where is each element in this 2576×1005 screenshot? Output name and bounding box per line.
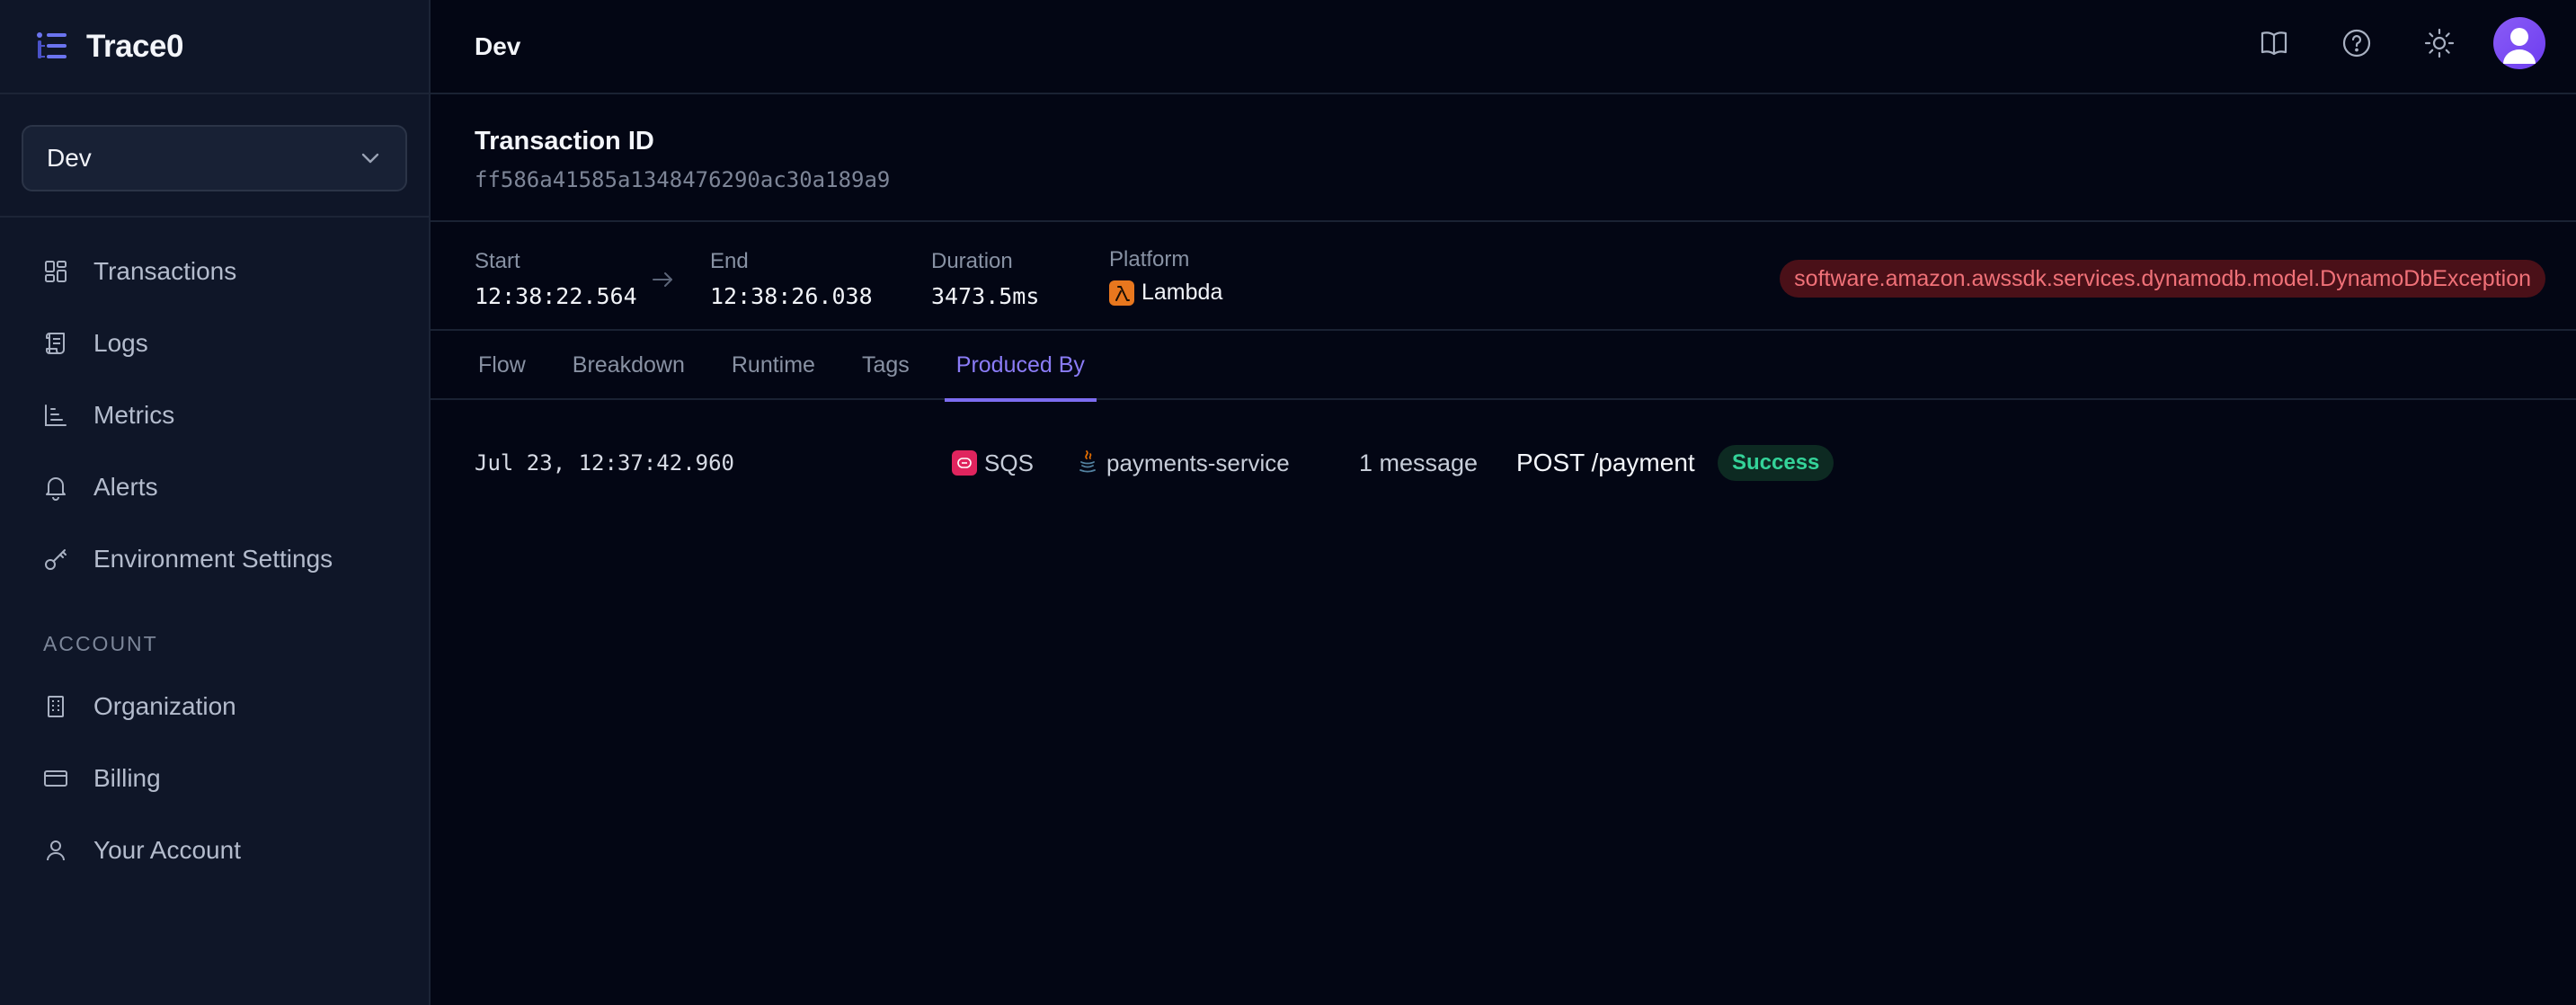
nav-label: Your Account xyxy=(93,836,241,864)
help-icon[interactable] xyxy=(2330,16,2384,70)
environment-selector-wrap: Dev xyxy=(0,94,429,218)
arrow-right-icon xyxy=(650,269,675,295)
account-section-heading: ACCOUNT xyxy=(43,631,158,655)
status-badge: Success xyxy=(1718,445,1834,481)
row-timestamp: Jul 23, 12:37:42.960 xyxy=(475,418,734,508)
duration-field: Duration 3473.5ms xyxy=(931,249,1039,309)
nav-item-metrics[interactable]: Metrics xyxy=(0,379,429,451)
start-value: 12:38:22.564 xyxy=(475,283,637,309)
nav-label: Billing xyxy=(93,764,161,792)
row-status: Success xyxy=(1718,418,1834,508)
nav-label: Alerts xyxy=(93,473,158,501)
nav-label: Environment Settings xyxy=(93,545,333,573)
duration-label: Duration xyxy=(931,249,1013,273)
row-count: 1 message xyxy=(1359,418,1478,508)
primary-nav: Transactions Logs Metrics Alerts Environ… xyxy=(0,218,429,886)
page-title: Dev xyxy=(475,31,521,60)
platform-value: Lambda xyxy=(1141,280,1223,305)
list-logo-icon xyxy=(37,31,67,58)
book-icon[interactable] xyxy=(2247,16,2301,70)
avatar[interactable] xyxy=(2493,17,2545,69)
transaction-header: Transaction ID ff586a41585a1348476290ac3… xyxy=(431,94,2576,222)
bell-icon xyxy=(41,473,70,502)
tab-tags[interactable]: Tags xyxy=(850,331,921,400)
transaction-id-label: Transaction ID xyxy=(475,127,654,156)
platform-label: Platform xyxy=(1109,247,1190,271)
service-text: payments-service xyxy=(1106,449,1290,476)
top-bar: Dev xyxy=(431,0,2576,94)
nav-label: Metrics xyxy=(93,401,175,429)
chevron-down-icon xyxy=(361,153,379,164)
main-content: Dev Transaction ID ff586a41585a134847629… xyxy=(431,0,2576,1005)
bar-chart-icon xyxy=(41,401,70,430)
nav-item-transactions[interactable]: Transactions xyxy=(0,236,429,307)
tab-flow[interactable]: Flow xyxy=(466,331,537,400)
produced-by-list: Jul 23, 12:37:42.960 SQS payments-servic… xyxy=(431,418,2576,508)
sun-icon[interactable] xyxy=(2412,16,2466,70)
start-field: Start 12:38:22.564 xyxy=(475,249,637,309)
end-field: End 12:38:26.038 xyxy=(710,249,873,309)
tab-runtime[interactable]: Runtime xyxy=(720,331,827,400)
row-service: payments-service xyxy=(1076,418,1290,508)
credit-card-icon xyxy=(41,764,70,793)
user-icon xyxy=(41,836,70,865)
building-icon xyxy=(41,692,70,721)
row-source: SQS xyxy=(952,418,1034,508)
tab-produced-by[interactable]: Produced By xyxy=(944,331,1097,402)
start-label: Start xyxy=(475,249,520,273)
transaction-tabs: Flow Breakdown Runtime Tags Produced By xyxy=(431,331,2576,402)
lambda-icon xyxy=(1109,280,1134,306)
end-value: 12:38:26.038 xyxy=(710,283,873,309)
nav-item-billing[interactable]: Billing xyxy=(0,743,429,814)
environment-select-value: Dev xyxy=(47,144,92,172)
top-bar-actions xyxy=(2218,16,2545,70)
list-item[interactable]: Jul 23, 12:37:42.960 SQS payments-servic… xyxy=(431,418,2576,508)
nav-label: Transactions xyxy=(93,257,237,285)
transaction-id-value: ff586a41585a1348476290ac30a189a9 xyxy=(475,167,891,192)
route-text: POST /payment xyxy=(1516,449,1695,476)
nav-item-logs[interactable]: Logs xyxy=(0,307,429,379)
scroll-icon xyxy=(41,329,70,358)
nav-item-your-account[interactable]: Your Account xyxy=(0,814,429,886)
dashboard-grid-icon xyxy=(41,257,70,286)
user-silhouette-icon xyxy=(2503,28,2536,64)
platform-value-wrap: Lambda xyxy=(1109,280,1222,306)
duration-value: 3473.5ms xyxy=(931,283,1040,309)
end-label: End xyxy=(710,249,749,273)
exception-badge: software.amazon.awssdk.services.dynamodb… xyxy=(1780,260,2545,298)
tab-breakdown[interactable]: Breakdown xyxy=(561,331,697,400)
app-root: Trace0 Dev Transactions Logs Metrics Ale… xyxy=(0,0,2576,1005)
sidebar: Trace0 Dev Transactions Logs Metrics Ale… xyxy=(0,0,431,1005)
java-icon xyxy=(1076,449,1099,478)
nav-item-alerts[interactable]: Alerts xyxy=(0,451,429,523)
nav-item-environment-settings[interactable]: Environment Settings xyxy=(0,523,429,595)
nav-item-organization[interactable]: Organization xyxy=(0,671,429,743)
nav-label: Organization xyxy=(93,692,236,720)
count-text: 1 message xyxy=(1359,449,1479,476)
key-icon xyxy=(41,545,70,574)
source-text: SQS xyxy=(984,449,1034,476)
platform-field: Platform Lambda xyxy=(1109,247,1222,306)
brand[interactable]: Trace0 xyxy=(0,0,429,94)
brand-name: Trace0 xyxy=(86,28,183,64)
transaction-meta: Start 12:38:22.564 End 12:38:26.038 Dura… xyxy=(431,222,2576,331)
sqs-icon xyxy=(952,450,977,476)
timestamp-text: Jul 23, 12:37:42.960 xyxy=(475,450,734,476)
nav-label: Logs xyxy=(93,329,148,357)
environment-select[interactable]: Dev xyxy=(22,125,407,191)
row-route: POST /payment xyxy=(1516,418,1695,508)
